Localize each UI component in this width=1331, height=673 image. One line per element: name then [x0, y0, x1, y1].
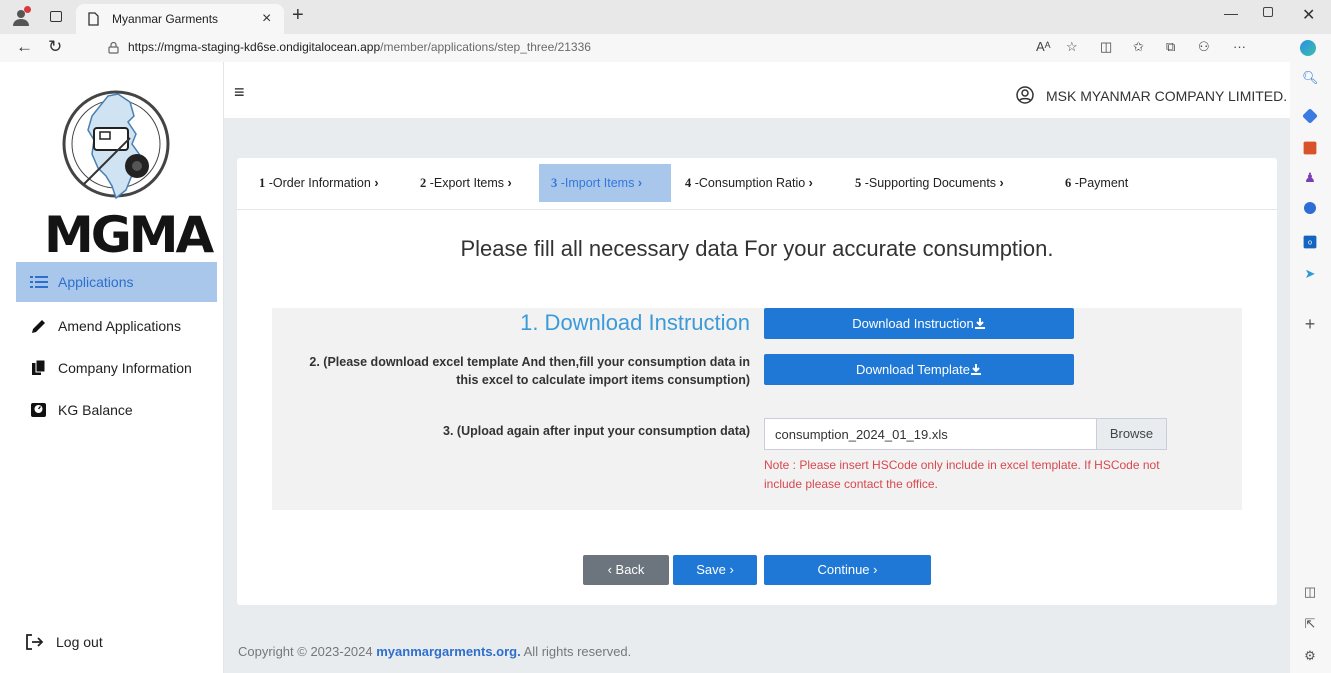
settings-icon[interactable]: ⚙	[1302, 648, 1318, 664]
sidebar-item-applications[interactable]: Applications	[16, 262, 217, 302]
new-tab-icon[interactable]: +	[292, 4, 304, 27]
step-export-items[interactable]: 2 -Export Items ›	[414, 164, 518, 202]
office-icon[interactable]	[1304, 202, 1316, 214]
logout-link[interactable]: Log out	[24, 632, 103, 652]
selected-file-name: consumption_2024_01_19.xls	[775, 427, 948, 442]
tab-title: Myanmar Garments	[112, 12, 219, 26]
continue-button[interactable]: Continue ›	[764, 555, 931, 585]
read-aloud-icon[interactable]: Aᴬ	[1036, 39, 1051, 54]
favorite-star-icon[interactable]: ☆	[1066, 39, 1078, 55]
user-circle-icon[interactable]	[1016, 86, 1034, 104]
list-icon	[30, 274, 48, 290]
minimize-icon[interactable]: —	[1224, 5, 1238, 21]
lock-icon[interactable]	[108, 41, 119, 54]
send-icon[interactable]: ➤	[1302, 266, 1318, 282]
step-wizard: 1 -Order Information › 2 -Export Items ›…	[237, 158, 1277, 210]
app-sidebar: MGMA Applications Amend Applications Com…	[8, 62, 224, 673]
tab-actions-icon[interactable]	[50, 11, 62, 22]
restore-icon[interactable]	[1263, 7, 1273, 17]
browse-button[interactable]: Browse	[1096, 419, 1166, 449]
pencil-icon	[30, 318, 48, 334]
people-icon[interactable]: ♟	[1302, 170, 1318, 186]
footer-link[interactable]: myanmargarments.org.	[376, 644, 521, 659]
browser-tab[interactable]: Myanmar Garments ×	[76, 4, 284, 34]
documents-icon	[30, 359, 48, 376]
mgma-logo[interactable]: MGMA	[44, 80, 214, 264]
copilot-icon[interactable]	[1300, 40, 1316, 56]
outlook-icon[interactable]: o	[1303, 235, 1317, 249]
download-template-button[interactable]: Download Template	[764, 354, 1074, 385]
step-import-items[interactable]: 3 -Import Items ›	[539, 164, 671, 202]
upload-label: 3. (Upload again after input your consum…	[443, 424, 750, 438]
split-screen-icon[interactable]: ◫	[1100, 39, 1112, 55]
step-order-information[interactable]: 1 -Order Information ›	[253, 164, 384, 202]
collections-icon[interactable]: ⧉	[1166, 39, 1175, 55]
close-window-icon[interactable]: ✕	[1302, 5, 1315, 25]
search-icon[interactable]: 🔍︎	[1302, 70, 1319, 86]
favorites-icon[interactable]: ✩	[1133, 39, 1144, 55]
sidebar-item-label: Company Information	[58, 360, 192, 376]
save-button[interactable]: Save ›	[673, 555, 757, 585]
step-payment[interactable]: 6 -Payment	[1059, 164, 1134, 202]
main-content: ≡ MSK MYANMAR COMPANY LIMITED. 1 -Order …	[224, 62, 1290, 673]
refresh-icon[interactable]: ↻	[48, 37, 62, 57]
add-icon[interactable]: +	[1302, 315, 1318, 333]
company-name[interactable]: MSK MYANMAR COMPANY LIMITED.	[1046, 88, 1287, 104]
logo-text: MGMA	[44, 206, 214, 264]
application-card: 1 -Order Information › 2 -Export Items ›…	[237, 158, 1277, 605]
hscode-note: Note : Please insert HSCode only include…	[764, 458, 1160, 491]
menu-toggle-icon[interactable]: ≡	[234, 82, 245, 103]
page-icon	[88, 12, 99, 26]
back-arrow-icon[interactable]: ←	[16, 37, 33, 57]
consumption-form: 1. Download Instruction Download Instruc…	[272, 308, 1242, 510]
logout-label: Log out	[56, 634, 103, 650]
toolbox-icon[interactable]	[1303, 141, 1317, 155]
sidebar-item-amend-applications[interactable]: Amend Applications	[16, 306, 217, 346]
close-tab-icon[interactable]: ×	[262, 10, 271, 28]
top-navbar: ≡ MSK MYANMAR COMPANY LIMITED.	[224, 62, 1290, 118]
page-heading: Please fill all necessary data For your …	[460, 236, 1054, 261]
sidebar-item-company-information[interactable]: Company Information	[16, 348, 217, 388]
extensions-icon[interactable]: ⚇	[1198, 39, 1210, 55]
footer: Copyright © 2023-2024 myanmargarments.or…	[238, 644, 632, 659]
address-bar: ← ↻ https://mgma-staging-kd6se.ondigital…	[0, 34, 1331, 62]
template-label: 2. (Please download excel template And t…	[309, 355, 750, 387]
more-icon[interactable]: ···	[1233, 39, 1246, 54]
tag-icon[interactable]	[1302, 108, 1318, 124]
download-icon	[974, 318, 985, 329]
sidebar-item-label: Amend Applications	[58, 318, 181, 334]
consumption-file-input[interactable]: consumption_2024_01_19.xls Browse	[764, 418, 1167, 450]
scale-icon	[30, 402, 48, 418]
sidebar-item-label: KG Balance	[58, 402, 133, 418]
sidebar-toggle-icon[interactable]: ◫	[1302, 584, 1318, 600]
logout-icon	[26, 634, 44, 650]
sidebar-item-kg-balance[interactable]: KG Balance	[16, 390, 217, 430]
download-instruction-title: 1. Download Instruction	[520, 310, 750, 335]
browser-tab-bar: Myanmar Garments × + — ✕	[0, 0, 1331, 34]
profile-icon[interactable]	[12, 6, 31, 26]
external-link-icon[interactable]: ⇱	[1302, 616, 1318, 632]
download-instruction-button[interactable]: Download Instruction	[764, 308, 1074, 339]
download-icon	[970, 364, 981, 375]
step-consumption-ratio[interactable]: 4 -Consumption Ratio ›	[679, 164, 819, 202]
step-supporting-documents[interactable]: 5 -Supporting Documents ›	[849, 164, 1010, 202]
sidebar-item-label: Applications	[58, 274, 134, 290]
url-field[interactable]: https://mgma-staging-kd6se.ondigitalocea…	[128, 40, 591, 54]
back-button[interactable]: ‹ Back	[583, 555, 669, 585]
edge-sidebar: 🔍︎ ♟ o ➤ + ◫ ⇱ ⚙	[1290, 62, 1331, 673]
